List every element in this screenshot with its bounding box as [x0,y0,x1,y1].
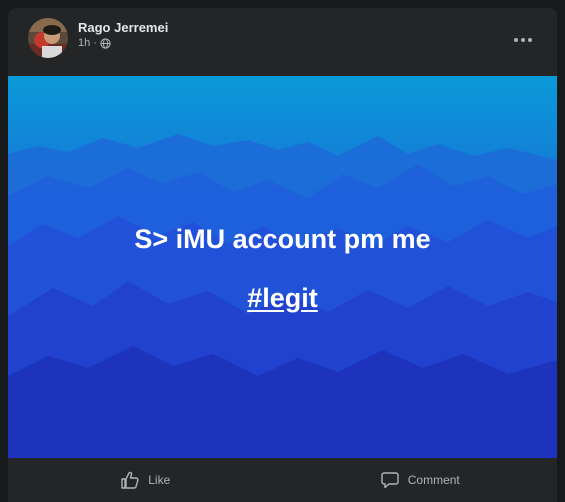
comment-icon [381,472,399,489]
comment-label: Comment [407,473,460,487]
meta-separator: · [93,37,97,49]
globe-icon[interactable] [100,37,111,49]
like-label: Like [148,473,171,487]
post-header: Rago Jerremei 1h · [8,8,557,76]
avatar[interactable] [28,18,68,58]
author-name[interactable]: Rago Jerremei [78,20,168,35]
more-options-icon [514,38,532,42]
hashtag-link[interactable]: #legit [8,283,557,314]
post-actions: Like Comment [8,458,557,502]
post-text: S> iMU account pm me [134,224,431,254]
like-button[interactable]: Like [8,458,283,502]
avatar-image [28,18,68,58]
mountain-background [8,76,557,458]
post-time[interactable]: 1h [78,37,90,49]
more-options-button[interactable] [509,30,537,50]
post-card: Rago Jerremei 1h · S> iMU account pm me … [8,8,557,502]
post-banner: S> iMU account pm me #legit [8,76,557,458]
post-meta: 1h · [78,37,111,49]
comment-button[interactable]: Comment [283,458,558,502]
thumbs-up-icon [121,471,139,489]
